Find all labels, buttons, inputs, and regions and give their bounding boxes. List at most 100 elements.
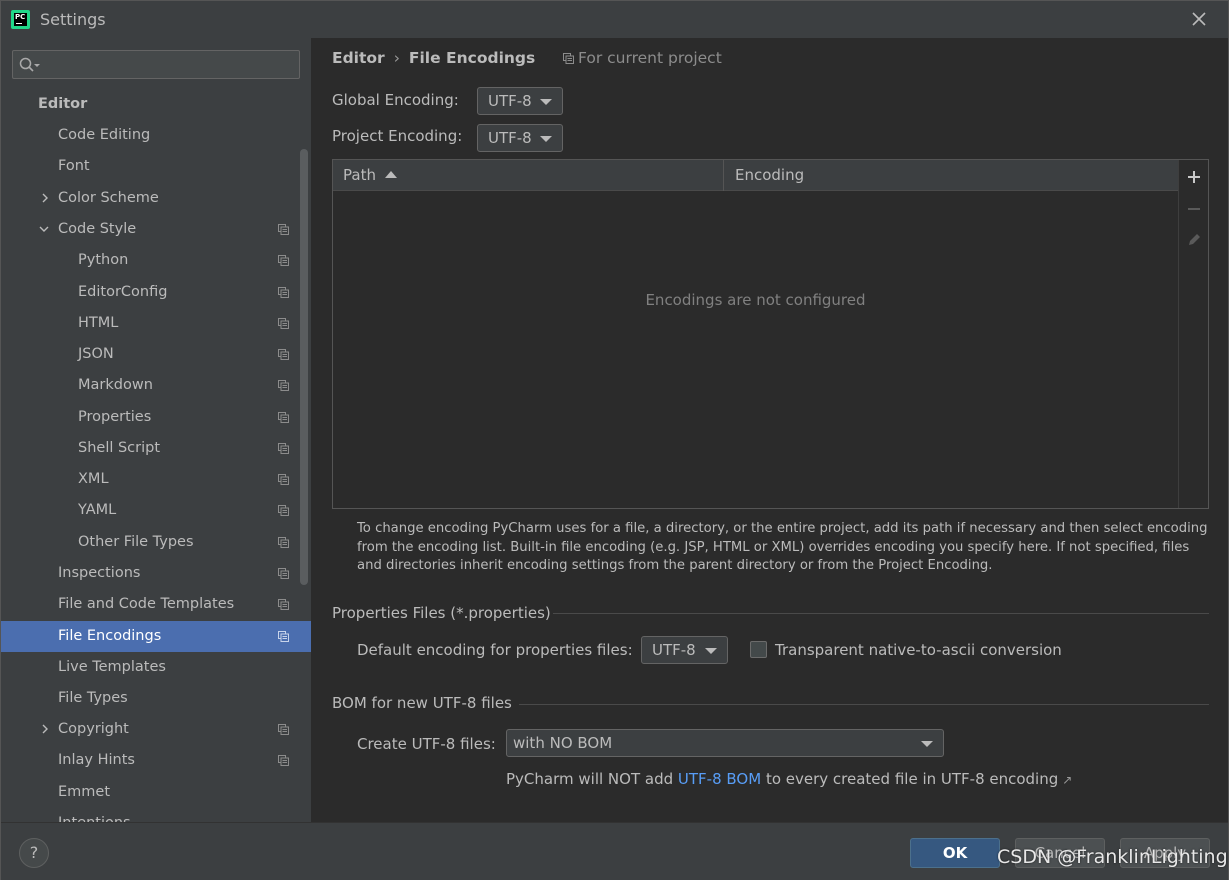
sidebar-item-label: Live Templates <box>58 659 166 675</box>
sidebar-item-label: File Types <box>58 690 128 706</box>
sidebar-item-intentions[interactable]: Intentions <box>1 808 311 822</box>
project-encoding-select[interactable]: UTF-8 <box>477 124 563 152</box>
sidebar-item-font[interactable]: Font <box>1 151 311 182</box>
sidebar-item-label: Shell Script <box>78 440 161 456</box>
breadcrumb: Editor › File Encodings <box>332 49 535 69</box>
sidebar-scrollbar[interactable] <box>300 149 308 585</box>
sidebar-item-yaml[interactable]: YAML <box>1 495 311 526</box>
sidebar-item-file-encodings[interactable]: File Encodings <box>1 621 311 652</box>
project-scope-icon <box>278 318 289 329</box>
remove-icon[interactable] <box>1184 199 1204 219</box>
global-encoding-value: UTF-8 <box>488 92 532 110</box>
dropdown-arrow-icon <box>705 648 717 654</box>
sidebar-item-code-style[interactable]: Code Style <box>1 214 311 245</box>
sidebar-item-label: Copyright <box>58 721 129 737</box>
sidebar-item-label: Code Style <box>58 221 137 237</box>
search-icon <box>19 57 40 72</box>
column-header-encoding[interactable]: Encoding <box>735 160 804 191</box>
sidebar-item-label: Markdown <box>78 377 153 393</box>
dropdown-arrow-icon <box>540 136 552 142</box>
sidebar-item-code-editing[interactable]: Code Editing <box>1 120 311 151</box>
breadcrumb-current: File Encodings <box>408 49 536 67</box>
settings-window: PC Settings Editor Code Editing Font Col… <box>0 0 1229 880</box>
sidebar-item-file-and-code-templates[interactable]: File and Code Templates <box>1 589 311 620</box>
sidebar-item-properties[interactable]: Properties <box>1 402 311 433</box>
sidebar-item-json[interactable]: JSON <box>1 339 311 370</box>
utf8-bom-link[interactable]: UTF-8 BOM <box>678 770 761 788</box>
chevron-down-icon[interactable] <box>39 224 49 234</box>
project-scope-icon <box>278 599 289 610</box>
global-encoding-label: Global Encoding: <box>332 91 459 109</box>
help-button[interactable]: ? <box>19 838 49 868</box>
sort-ascending-icon <box>384 171 397 178</box>
sidebar-item-editorconfig[interactable]: EditorConfig <box>1 277 311 308</box>
sidebar-item-html[interactable]: HTML <box>1 308 311 339</box>
sidebar-item-color-scheme[interactable]: Color Scheme <box>1 183 311 214</box>
project-scope-icon <box>278 755 289 766</box>
bom-mode-select[interactable]: with NO BOM <box>506 729 944 757</box>
sidebar-item-python[interactable]: Python <box>1 245 311 276</box>
project-scope-icon <box>278 443 289 454</box>
sidebar-item-label: Inspections <box>58 565 141 581</box>
add-icon[interactable] <box>1184 167 1204 187</box>
project-scope-icon <box>563 53 574 64</box>
bom-mode-value: with NO BOM <box>513 734 613 752</box>
bom-note: PyCharm will NOT add UTF-8 BOM to every … <box>506 770 1072 788</box>
cancel-button[interactable]: Cancel <box>1015 838 1105 868</box>
properties-group-title: Properties Files (*.properties) <box>332 604 551 622</box>
ok-button[interactable]: OK <box>910 838 1000 868</box>
sidebar-item-shell-script[interactable]: Shell Script <box>1 433 311 464</box>
sidebar-item-live-templates[interactable]: Live Templates <box>1 652 311 683</box>
sidebar-item-emmet[interactable]: Emmet <box>1 777 311 808</box>
sidebar-item-label: Python <box>78 252 129 268</box>
global-encoding-select[interactable]: UTF-8 <box>477 87 563 115</box>
project-encoding-label: Project Encoding: <box>332 127 463 145</box>
sidebar-item-inspections[interactable]: Inspections <box>1 558 311 589</box>
properties-encoding-select[interactable]: UTF-8 <box>641 636 728 664</box>
edit-pencil-icon[interactable] <box>1184 230 1204 250</box>
sidebar-item-label: HTML <box>78 315 119 331</box>
sidebar-item-label: File Encodings <box>58 628 162 644</box>
window-title: Settings <box>40 10 106 29</box>
bom-note-suffix: to every created file in UTF-8 encoding <box>765 770 1059 788</box>
transparent-conversion-label[interactable]: Transparent native-to-ascii conversion <box>775 641 1062 659</box>
apply-button[interactable]: Apply <box>1120 838 1210 868</box>
sidebar-item-label: Editor <box>38 96 88 112</box>
table-header: Path Encoding <box>333 160 1178 191</box>
project-scope-icon <box>278 568 289 579</box>
column-header-path[interactable]: Path <box>343 160 397 191</box>
sidebar-item-editor[interactable]: Editor <box>1 89 311 120</box>
transparent-conversion-checkbox[interactable] <box>750 641 767 658</box>
sidebar-item-label: EditorConfig <box>78 284 168 300</box>
close-icon[interactable] <box>1189 9 1209 29</box>
dialog-footer: ? OK Cancel Apply <box>1 822 1228 880</box>
sidebar-item-label: Intentions <box>58 808 131 822</box>
properties-encoding-label: Default encoding for properties files: <box>357 641 633 659</box>
settings-sidebar: Editor Code Editing Font Color Scheme Co… <box>1 38 311 822</box>
sidebar-item-file-types[interactable]: File Types <box>1 683 311 714</box>
title-bar: PC Settings <box>1 1 1228 38</box>
sidebar-item-label: JSON <box>78 346 114 362</box>
bom-create-label: Create UTF-8 files: <box>357 735 496 753</box>
project-encoding-value: UTF-8 <box>488 129 532 147</box>
pycharm-logo-icon: PC <box>11 10 30 29</box>
sidebar-item-label: Color Scheme <box>58 190 159 206</box>
column-divider[interactable] <box>723 160 724 191</box>
chevron-right-icon[interactable] <box>40 193 50 203</box>
breadcrumb-parent[interactable]: Editor <box>332 49 385 67</box>
sidebar-item-label: Code Editing <box>58 127 151 143</box>
settings-search-input[interactable] <box>47 54 292 75</box>
sidebar-item-inlay-hints[interactable]: Inlay Hints <box>1 745 311 776</box>
sidebar-item-markdown[interactable]: Markdown <box>1 370 311 401</box>
dropdown-arrow-icon <box>921 741 933 747</box>
sidebar-item-copyright[interactable]: Copyright <box>1 714 311 745</box>
column-header-label: Encoding <box>735 166 805 184</box>
sidebar-item-other-file-types[interactable]: Other File Types <box>1 527 311 558</box>
settings-search[interactable] <box>12 50 300 79</box>
encoding-help-text: To change encoding PyCharm uses for a fi… <box>357 521 1208 573</box>
project-scope-icon <box>278 505 289 516</box>
chevron-right-icon[interactable] <box>40 724 50 734</box>
sidebar-item-label: YAML <box>78 502 117 518</box>
sidebar-item-xml[interactable]: XML <box>1 464 311 495</box>
project-scope-icon <box>278 537 289 548</box>
